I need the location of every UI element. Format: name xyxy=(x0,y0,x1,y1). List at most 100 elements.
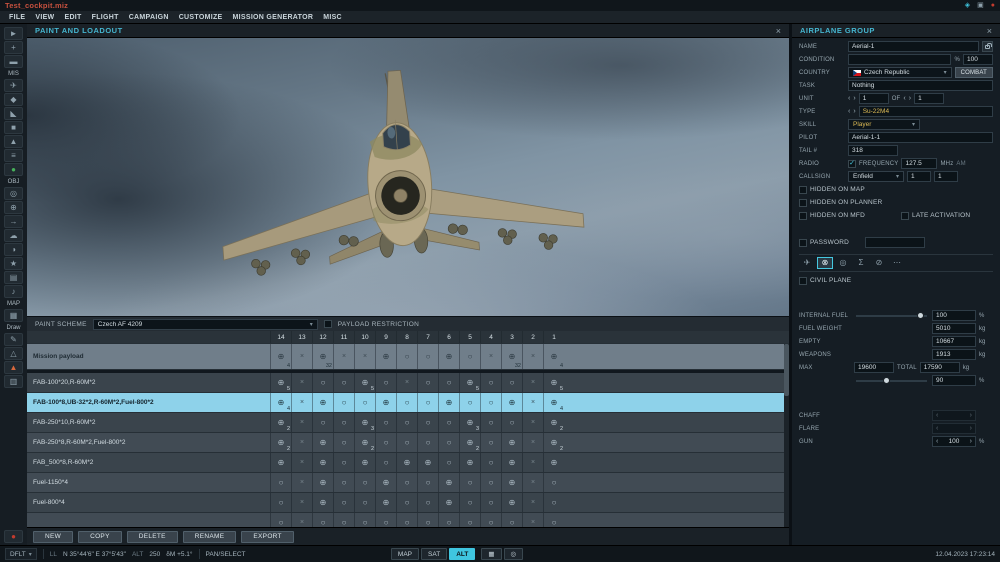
payload-cell[interactable]: ○ xyxy=(375,433,396,452)
civil-plane-checkbox[interactable] xyxy=(799,276,807,285)
type-field[interactable]: Su-22M4 xyxy=(858,106,993,117)
tab-summary[interactable]: Σ xyxy=(853,257,869,269)
payload-cell[interactable]: ⊕ 2 xyxy=(459,433,480,452)
payload-cell[interactable]: ○ xyxy=(480,473,501,492)
password-field[interactable] xyxy=(865,237,925,248)
menu-view[interactable]: VIEW xyxy=(30,12,59,23)
payload-cell[interactable]: ⊕ xyxy=(438,393,459,412)
loadout-row[interactable]: FAB-100*8,UB-32*2,R-60M*2,Fuel-800*2 ⊕ 4 × ⊕… xyxy=(27,393,789,413)
payload-cell[interactable]: ⊕ xyxy=(438,493,459,512)
gun-increment-icon[interactable]: › xyxy=(970,438,972,445)
select-icon[interactable]: ► xyxy=(4,27,23,40)
payload-cell[interactable]: ○ xyxy=(501,413,522,432)
payload-cell[interactable]: ○ xyxy=(375,453,396,472)
tab-aircraft[interactable]: ✈ xyxy=(799,257,815,269)
chaff-field[interactable]: ‹ › xyxy=(932,410,976,421)
payload-cell[interactable]: ○ xyxy=(501,373,522,392)
payload-cell[interactable]: ⊕ xyxy=(312,493,333,512)
record-indicator-icon[interactable]: ● xyxy=(991,2,995,9)
payload-cell[interactable]: ○ xyxy=(417,513,438,527)
payload-cell[interactable]: ○ xyxy=(459,473,480,492)
table-scrollbar[interactable] xyxy=(784,344,789,527)
payload-cell[interactable]: ⊕ 4 xyxy=(270,393,291,412)
payload-cell[interactable]: ○ xyxy=(438,413,459,432)
internal-fuel-field[interactable]: 100 xyxy=(932,310,976,321)
payload-cell[interactable]: ○ xyxy=(333,453,354,472)
flare-increment-icon[interactable]: › xyxy=(970,425,972,432)
payload-cell[interactable]: ⊕ xyxy=(375,393,396,412)
payload-cell[interactable]: ○ xyxy=(459,493,480,512)
payload-cell[interactable]: ○ xyxy=(354,393,375,412)
payload-cell[interactable]: ○ xyxy=(480,413,501,432)
payload-cell[interactable]: ○ xyxy=(312,413,333,432)
static-object-icon[interactable]: ▲ xyxy=(4,135,23,148)
loadout-row[interactable]: FAB-100*20,R-60M*2 ⊕ 5 × ○ ○ ⊕ 5 ○ × ○ ○ ⊕ 5 ○ ○ × ⊕ 5 xyxy=(27,373,789,393)
hidden-on-planner-checkbox[interactable] xyxy=(799,198,807,207)
payload-cell[interactable]: ⊕ xyxy=(312,393,333,412)
payload-cell[interactable]: ○ xyxy=(543,473,564,492)
aircraft-preview-viewport[interactable] xyxy=(27,38,789,316)
payload-cell[interactable]: ⊕ xyxy=(354,453,375,472)
unit-field[interactable]: 1 xyxy=(858,93,889,104)
payload-cell[interactable]: ⊕ 5 xyxy=(354,373,375,392)
payload-cell[interactable]: ○ xyxy=(396,344,417,369)
payload-cell[interactable]: ⊕ 4 xyxy=(270,344,291,369)
vehicle-icon[interactable]: ■ xyxy=(4,121,23,134)
weapons-weight-field[interactable]: 1913 xyxy=(932,349,976,360)
lock-icon[interactable] xyxy=(982,41,993,52)
payload-cell[interactable]: ○ xyxy=(396,413,417,432)
payload-cell[interactable]: ⊕ xyxy=(543,453,564,472)
payload-cell[interactable]: ○ xyxy=(333,413,354,432)
rename-button[interactable]: RENAME xyxy=(182,530,237,543)
slider-handle[interactable] xyxy=(882,376,890,384)
delete-button[interactable]: DELETE xyxy=(126,530,178,543)
load-slider[interactable] xyxy=(856,376,927,384)
payload-cell[interactable]: ⊕ xyxy=(312,433,333,452)
payload-cell[interactable]: ○ xyxy=(480,513,501,527)
payload-cell[interactable]: ⊕ 2 xyxy=(270,433,291,452)
payload-cell[interactable]: ○ xyxy=(375,413,396,432)
payload-cell[interactable]: ⊕ 4 xyxy=(543,344,564,369)
payload-cell[interactable]: ○ xyxy=(438,453,459,472)
payload-cell[interactable]: ⊕ xyxy=(417,453,438,472)
gun-field[interactable]: ‹ 100 › xyxy=(932,436,976,447)
aircraft-icon[interactable]: ✈ xyxy=(4,79,23,92)
payload-cell[interactable]: × xyxy=(480,344,501,369)
preset-dropdown[interactable]: DFLT ▾ xyxy=(5,548,37,560)
close-icon[interactable]: × xyxy=(776,26,781,36)
payload-cell[interactable]: ○ xyxy=(459,344,480,369)
payload-cell[interactable]: ○ xyxy=(480,433,501,452)
export-icon[interactable]: ▥ xyxy=(4,375,23,388)
empty-weight-field[interactable]: 10667 xyxy=(932,336,976,347)
close-icon[interactable]: × xyxy=(987,26,992,36)
payload-cell[interactable]: ⊕ xyxy=(312,453,333,472)
payload-cell[interactable]: ○ xyxy=(543,493,564,512)
payload-cell[interactable]: ○ xyxy=(438,513,459,527)
payload-cell[interactable]: ○ xyxy=(270,513,291,527)
bullseye-icon[interactable]: ⊕ xyxy=(4,201,23,214)
briefing-icon[interactable]: ▤ xyxy=(4,271,23,284)
chaff-decrement-icon[interactable]: ‹ xyxy=(936,412,938,419)
payload-cell[interactable]: × xyxy=(522,373,543,392)
payload-cell[interactable]: ○ xyxy=(396,433,417,452)
payload-cell[interactable]: ⊕ xyxy=(375,493,396,512)
payload-cell[interactable]: ○ xyxy=(501,513,522,527)
mission-payload-row[interactable]: Mission payload ⊕ 4 × ⊕ 32 × × ⊕ ○ ○ ⊕ ○ × ⊕ 32 × ⊕ 4 xyxy=(27,344,789,370)
menu-mission-generator[interactable]: MISSION GENERATOR xyxy=(228,12,319,23)
copy-button[interactable]: COPY xyxy=(78,530,122,543)
payload-cell[interactable]: ○ xyxy=(417,473,438,492)
payload-cell[interactable]: ⊕ 3 xyxy=(459,413,480,432)
payload-cell[interactable]: ○ xyxy=(417,373,438,392)
pilot-field[interactable]: Aerial-1-1 xyxy=(848,132,993,143)
payload-restriction-checkbox[interactable] xyxy=(323,320,332,328)
payload-cell[interactable]: ⊕ xyxy=(438,473,459,492)
new-button[interactable]: NEW xyxy=(33,530,74,543)
payload-cell[interactable]: ○ xyxy=(375,513,396,527)
payload-cell[interactable]: ⊕ 2 xyxy=(543,433,564,452)
task-field[interactable]: Nothing xyxy=(848,80,993,91)
ruler-icon[interactable]: ▬ xyxy=(4,55,23,68)
route-icon[interactable]: → xyxy=(4,215,23,228)
frequency-field[interactable]: 127.5 xyxy=(901,158,938,169)
skill-dropdown[interactable]: Player ▾ xyxy=(848,119,920,130)
hidden-on-map-checkbox[interactable] xyxy=(799,185,807,194)
